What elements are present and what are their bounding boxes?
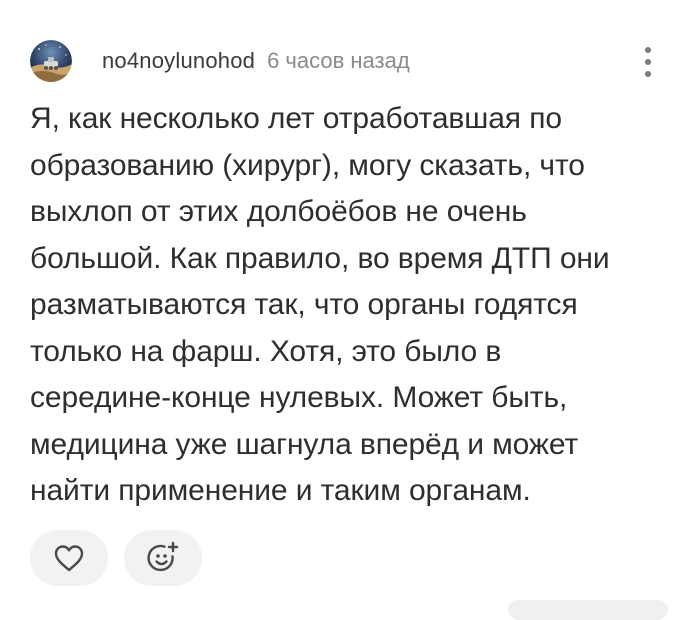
comment-card: no4noylunohod 6 часов назад Я, как неско… bbox=[0, 0, 700, 620]
avatar[interactable] bbox=[30, 40, 72, 82]
comment-actions bbox=[30, 530, 202, 586]
more-vertical-icon-dot bbox=[645, 71, 651, 77]
comment-header: no4noylunohod 6 часов назад bbox=[30, 38, 410, 84]
avatar-image-icon bbox=[30, 40, 72, 82]
next-element-edge bbox=[508, 600, 668, 620]
like-button[interactable] bbox=[30, 530, 108, 586]
comment-author-name[interactable]: no4noylunohod bbox=[102, 48, 255, 74]
more-options-button[interactable] bbox=[636, 42, 660, 82]
add-emoji-icon bbox=[147, 541, 179, 572]
comment-timestamp: 6 часов назад bbox=[267, 48, 410, 73]
comment-body-text: Я, как несколько лет отработавшая по обр… bbox=[30, 102, 610, 507]
more-vertical-icon bbox=[645, 47, 651, 53]
add-reaction-button[interactable] bbox=[124, 530, 202, 586]
more-vertical-icon-dot bbox=[645, 59, 651, 65]
heart-icon bbox=[54, 545, 84, 572]
